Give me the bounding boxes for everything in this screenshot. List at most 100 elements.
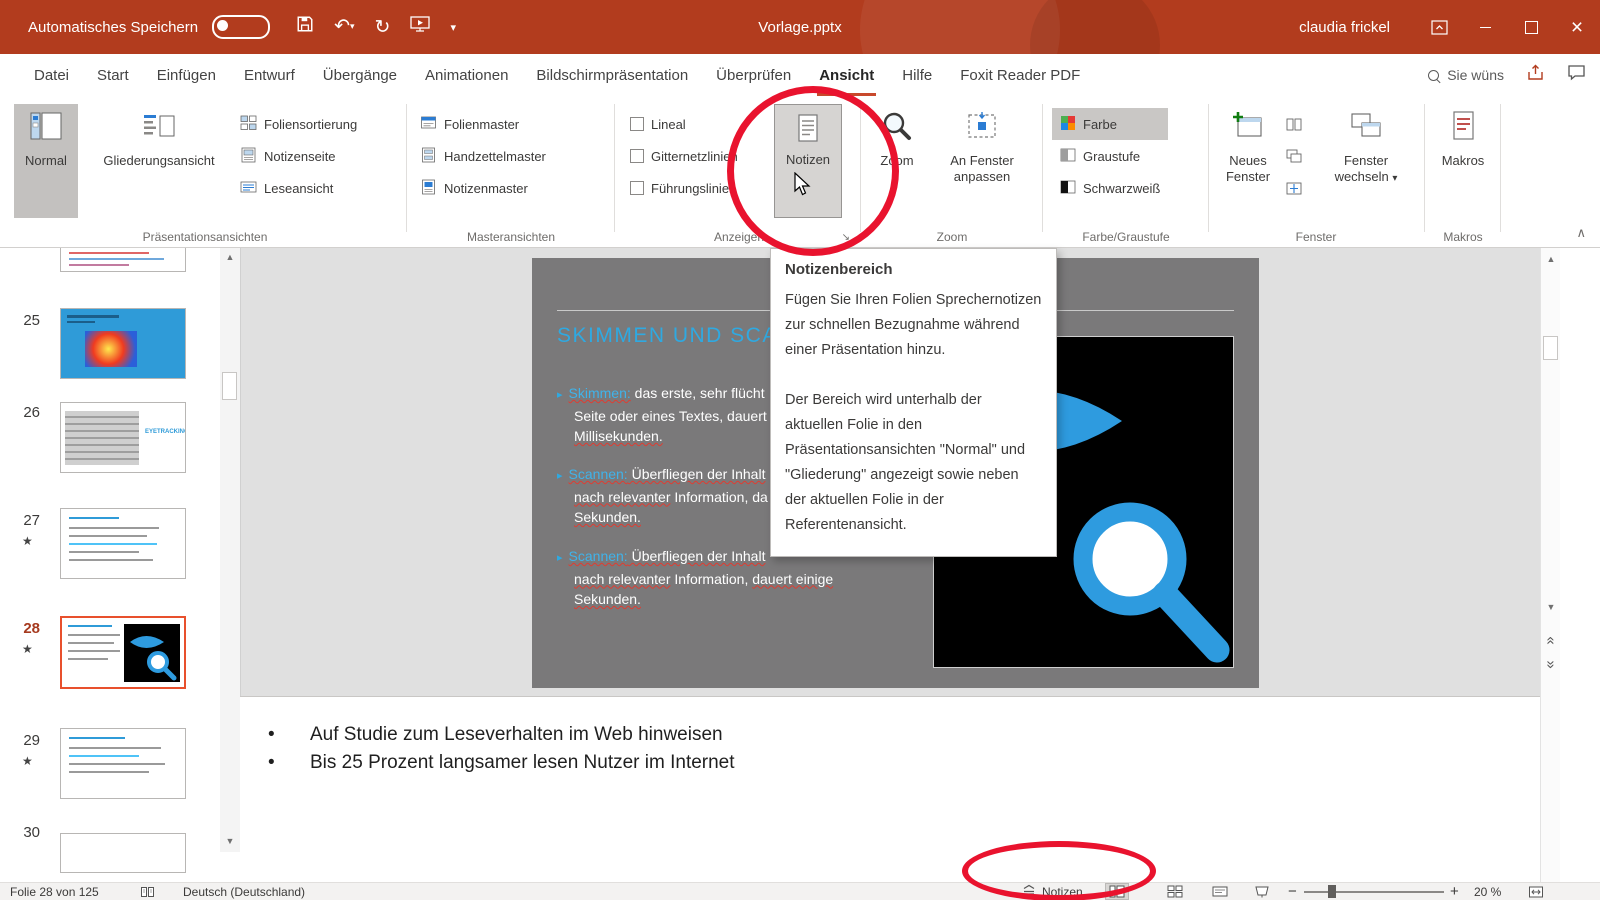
slide-title[interactable]: SKIMMEN UND SCAN [557, 324, 795, 348]
zoom-slider-track[interactable] [1304, 891, 1444, 893]
zoom-level[interactable]: 20 % [1474, 883, 1501, 900]
note-line-1[interactable]: Auf Studie zum Leseverhalten im Web hinw… [310, 724, 723, 746]
arrange-all-icon[interactable] [1286, 108, 1302, 140]
show-dialog-launcher-icon[interactable]: ↘ [842, 232, 850, 243]
slide-master-button[interactable]: Folienmaster [420, 108, 546, 140]
tab-entwurf[interactable]: Entwurf [230, 54, 309, 96]
undo-dropdown-icon[interactable]: ▾ [350, 21, 355, 31]
tab-uebergaenge[interactable]: Übergänge [309, 54, 411, 96]
tab-animationen[interactable]: Animationen [411, 54, 522, 96]
view-slideshow-button[interactable] [1250, 883, 1274, 900]
ribbon-display-options-icon[interactable] [1416, 0, 1462, 54]
ruler-checkbox-box[interactable] [630, 117, 644, 131]
tab-bildschirmpraesentation[interactable]: Bildschirmpräsentation [522, 54, 702, 96]
zoom-slider-thumb[interactable] [1328, 885, 1336, 898]
handout-master-button[interactable]: Handzettelmaster [420, 140, 546, 172]
spell-check-icon[interactable] [140, 883, 155, 900]
tab-datei[interactable]: Datei [20, 54, 83, 96]
move-split-icon[interactable] [1286, 172, 1302, 204]
scroll-down-icon[interactable]: ▼ [220, 836, 240, 846]
thumbnail-partial-top[interactable] [60, 248, 186, 272]
fit-to-window-button[interactable]: An Fenster anpassen [930, 104, 1034, 218]
autosave-label: Automatisches Speichern [28, 19, 198, 36]
view-reading-button[interactable] [1208, 883, 1232, 900]
maximize-button[interactable] [1508, 0, 1554, 54]
undo-icon[interactable]: ↶▾ [334, 16, 354, 38]
notes-page-button[interactable]: Notizenseite [240, 140, 357, 172]
scrollbar-thumb[interactable] [1543, 336, 1558, 360]
gridlines-checkbox[interactable]: Gitternetzlinien [630, 140, 738, 172]
slide-sorter-button[interactable]: Foliensortierung [240, 108, 357, 140]
share-icon[interactable] [1526, 63, 1545, 87]
cascade-windows-icon[interactable] [1286, 140, 1302, 172]
thumbnail-scrollbar[interactable]: ▲ ▼ [220, 248, 240, 852]
group-label-master-views: Masteransichten [412, 230, 610, 244]
next-slide-button[interactable]: » [1543, 657, 1560, 673]
gridlines-checkbox-box[interactable] [630, 149, 644, 163]
new-window-button[interactable]: Neues Fenster [1216, 104, 1280, 218]
tab-einfuegen[interactable]: Einfügen [143, 54, 230, 96]
previous-slide-button[interactable]: « [1543, 633, 1560, 649]
thumbnail-slide-29[interactable] [60, 728, 186, 799]
guides-checkbox[interactable]: Führungslinien [630, 172, 738, 204]
guides-checkbox-box[interactable] [630, 181, 644, 195]
thumbnail-slide-25[interactable] [60, 308, 186, 379]
slide-scrollbar[interactable]: ▲ ▼ « » [1540, 248, 1560, 882]
notes-icon [794, 113, 822, 146]
zoom-out-button[interactable]: − [1288, 883, 1297, 900]
speaker-notes-pane[interactable]: • Auf Studie zum Leseverhalten im Web hi… [240, 696, 1540, 882]
scroll-up-icon[interactable]: ▲ [220, 252, 240, 262]
thumbnail-slide-27[interactable] [60, 508, 186, 579]
thumbnail-slide-28[interactable] [60, 616, 186, 689]
minimize-button[interactable] [1462, 0, 1508, 54]
save-icon[interactable] [296, 15, 314, 39]
customize-qat-icon[interactable]: ▾ [450, 21, 456, 34]
tooltip-paragraph-2: Der Bereich wird unterhalb der aktuellen… [785, 388, 1042, 538]
note-line-2[interactable]: Bis 25 Prozent langsamer lesen Nutzer im… [310, 752, 735, 774]
user-name[interactable]: claudia frickel [1299, 19, 1390, 36]
thumbnail-slide-30-partial[interactable] [60, 833, 186, 873]
slide-counter[interactable]: Folie 28 von 125 [10, 883, 99, 900]
normal-view-button[interactable]: Normal [14, 104, 78, 218]
slide-bullet-2[interactable]: ▸Scannen: Überfliegen der Inhalt nach re… [557, 464, 768, 528]
notes-toggle[interactable]: Notizen [1022, 883, 1083, 900]
notes-master-button[interactable]: Notizenmaster [420, 172, 546, 204]
close-button[interactable]: × [1554, 0, 1600, 54]
ruler-checkbox[interactable]: Lineal [630, 108, 738, 140]
tell-me-search[interactable]: Sie wüns [1428, 67, 1504, 83]
view-normal-button[interactable] [1105, 883, 1129, 900]
color-button[interactable]: Farbe [1052, 108, 1168, 140]
tab-foxit-reader-pdf[interactable]: Foxit Reader PDF [946, 54, 1094, 96]
tab-ueberpruefen[interactable]: Überprüfen [702, 54, 805, 96]
scroll-up-icon[interactable]: ▲ [1541, 254, 1561, 264]
search-icon [1428, 70, 1439, 81]
slide-bullet-1[interactable]: ▸Skimmen: das erste, sehr flücht Seite o… [557, 383, 767, 447]
comments-icon[interactable] [1567, 63, 1586, 87]
view-slide-sorter-button[interactable] [1163, 883, 1187, 900]
blackwhite-button[interactable]: Schwarzweiß [1052, 172, 1168, 204]
language-indicator[interactable]: Deutsch (Deutschland) [183, 883, 305, 900]
zoom-button[interactable]: Zoom [868, 104, 926, 218]
notes-button[interactable]: Notizen [774, 104, 842, 218]
scrollbar-thumb[interactable] [222, 372, 237, 400]
redo-icon[interactable]: ↻ [375, 18, 391, 37]
collapse-ribbon-icon[interactable]: ∧ [1576, 225, 1586, 241]
thumbnail-slide-26[interactable]: EYETRACKING [60, 402, 186, 473]
reading-view-button[interactable]: Leseansicht [240, 172, 357, 204]
grayscale-button[interactable]: Graustufe [1052, 140, 1168, 172]
tab-hilfe[interactable]: Hilfe [888, 54, 946, 96]
grayscale-icon [1060, 147, 1076, 166]
tab-start[interactable]: Start [83, 54, 143, 96]
thumb-caption: EYETRACKING [145, 429, 186, 435]
thumb-decor [67, 315, 119, 318]
scroll-down-icon[interactable]: ▼ [1541, 602, 1561, 612]
bullet-marker-icon: ▸ [557, 470, 563, 482]
autosave-toggle[interactable] [212, 15, 270, 39]
zoom-in-button[interactable]: + [1450, 883, 1459, 900]
start-presentation-icon[interactable] [410, 15, 430, 39]
outline-view-button[interactable]: Gliederungsansicht [82, 104, 236, 218]
switch-window-button[interactable]: Fenster wechseln ▾ [1318, 104, 1414, 218]
macros-button[interactable]: Makros [1431, 104, 1495, 218]
tab-ansicht[interactable]: Ansicht [805, 54, 888, 96]
fit-slide-to-window-icon[interactable] [1528, 883, 1544, 900]
